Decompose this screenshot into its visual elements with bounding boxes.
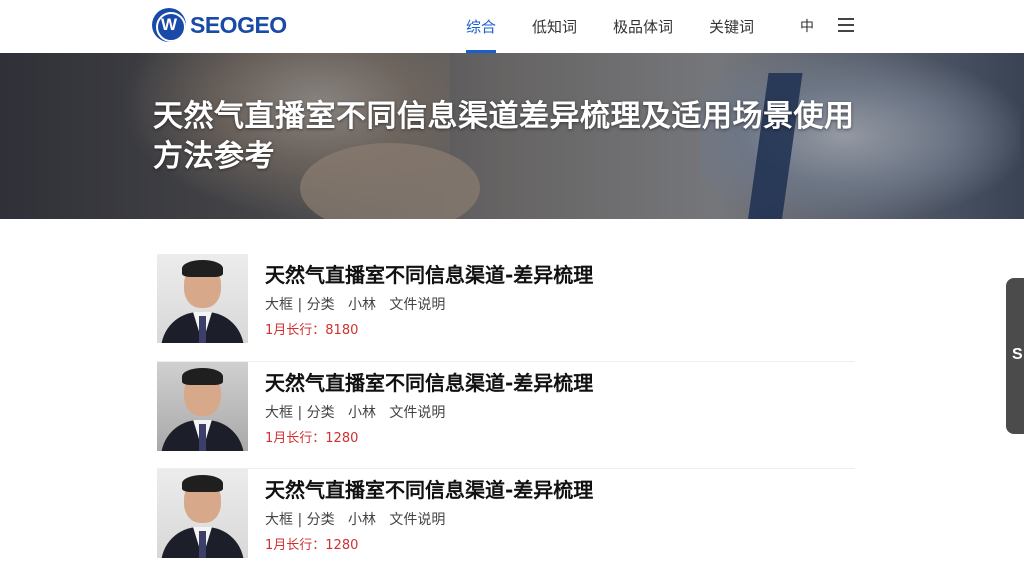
nav-label: 关键词 <box>709 18 755 36</box>
hair-shape <box>182 260 223 277</box>
logo-mark-icon: W <box>152 8 186 42</box>
top-header: W SEOGEO 综合 低知词 极品体词 关键词 中 <box>0 0 1024 53</box>
item-title[interactable]: 天然气直播室不同信息渠道-差异梳理 <box>265 474 593 503</box>
article-list: 天然气直播室不同信息渠道-差异梳理 大框 | 分类 小林 文件说明 1月长行：8… <box>157 254 855 576</box>
hero-banner: 天然气直播室不同信息渠道差异梳理及适用场景使用方法参考 <box>0 53 1024 219</box>
floating-tab-label: S <box>1012 346 1023 363</box>
logo-mark-letter: W <box>160 15 178 34</box>
nav-item-premium[interactable]: 极品体词 <box>613 0 673 53</box>
item-title[interactable]: 天然气直播室不同信息渠道-差异梳理 <box>265 367 593 396</box>
thumbnail-image[interactable] <box>157 361 248 451</box>
nav-item-comprehensive[interactable]: 综合 <box>466 0 497 53</box>
tie-shape <box>199 423 206 451</box>
thumbnail-image[interactable] <box>157 254 248 343</box>
thumbnail-image[interactable] <box>157 469 248 558</box>
item-price: 1月长行：8180 <box>265 323 359 338</box>
item-price: 1月长行：1280 <box>265 538 359 553</box>
nav-label: 低知词 <box>532 18 578 36</box>
hamburger-menu-icon[interactable] <box>838 18 854 32</box>
item-meta: 大框 | 分类 小林 文件说明 <box>265 404 446 421</box>
nav-label: 综合 <box>466 18 497 36</box>
site-logo[interactable]: W SEOGEO <box>152 8 287 42</box>
page-title: 天然气直播室不同信息渠道差异梳理及适用场景使用方法参考 <box>153 99 855 174</box>
floating-side-tab[interactable]: S <box>1006 278 1024 434</box>
hair-shape <box>182 367 223 385</box>
list-item[interactable]: 天然气直播室不同信息渠道-差异梳理 大框 | 分类 小林 文件说明 1月长行：8… <box>157 254 855 362</box>
nav-item-low-knowledge[interactable]: 低知词 <box>532 0 577 53</box>
language-switch[interactable]: 中 <box>800 16 814 36</box>
logo-text: SEOGEO <box>190 11 287 38</box>
item-title[interactable]: 天然气直播室不同信息渠道-差异梳理 <box>265 259 593 288</box>
nav-item-keywords[interactable]: 关键词 <box>709 0 754 53</box>
list-item[interactable]: 天然气直播室不同信息渠道-差异梳理 大框 | 分类 小林 文件说明 1月长行：1… <box>157 361 855 469</box>
item-meta: 大框 | 分类 小林 文件说明 <box>265 297 446 313</box>
main-nav: 综合 低知词 极品体词 关键词 <box>466 0 790 53</box>
hair-shape <box>182 475 223 492</box>
nav-label: 极品体词 <box>613 18 674 36</box>
list-item[interactable]: 天然气直播室不同信息渠道-差异梳理 大框 | 分类 小林 文件说明 1月长行：1… <box>157 469 855 576</box>
tie-shape <box>199 316 206 343</box>
item-price: 1月长行：1280 <box>265 430 359 446</box>
tie-shape <box>199 531 206 558</box>
item-meta: 大框 | 分类 小林 文件说明 <box>265 512 446 528</box>
